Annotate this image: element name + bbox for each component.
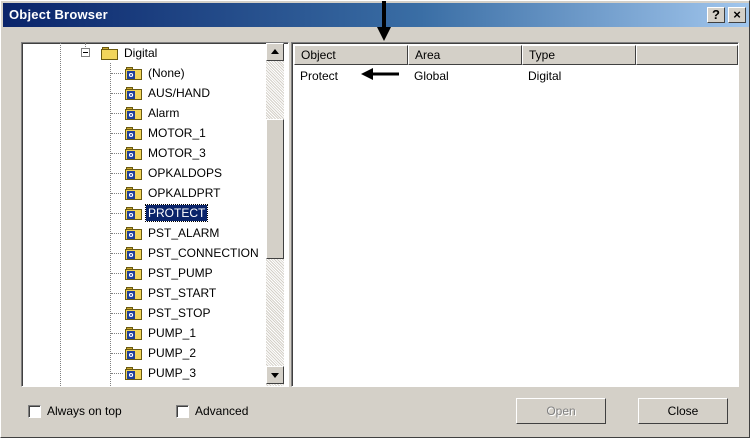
help-button[interactable]: ? xyxy=(707,7,725,23)
tree-item-label: PROTECT xyxy=(144,204,209,222)
tree-item[interactable]: o PST_START xyxy=(111,283,218,303)
annotation-arrow-down-head xyxy=(377,27,391,41)
tree-item[interactable]: o Alarm xyxy=(111,103,181,123)
tag-folder-icon: o xyxy=(125,206,142,220)
tag-folder-icon: o xyxy=(125,146,142,160)
tree-item[interactable]: o PUMP_3 xyxy=(111,363,198,383)
always-on-top-label: Always on top xyxy=(47,404,122,418)
tag-folder-icon: o xyxy=(125,326,142,340)
folder-icon xyxy=(101,46,118,60)
tree-item-label: Alarm xyxy=(148,106,180,120)
close-window-button[interactable]: × xyxy=(728,7,746,23)
tree-item-label: PST_PUMP xyxy=(148,266,213,280)
scroll-down-button[interactable] xyxy=(266,366,284,384)
tag-folder-icon: o xyxy=(125,366,142,380)
title-bar[interactable]: Object Browser ? × xyxy=(3,3,749,27)
help-icon: ? xyxy=(712,7,720,22)
tree-item[interactable]: o (None) xyxy=(111,63,187,83)
tree-item-selected[interactable]: o PROTECT xyxy=(111,203,209,223)
tree-item[interactable]: o PUMP_1 xyxy=(111,323,198,343)
close-icon: × xyxy=(733,7,741,22)
tree-item-label: MOTOR_1 xyxy=(148,126,206,140)
tag-folder-icon: o xyxy=(125,266,142,280)
column-header-type[interactable]: Type xyxy=(522,45,636,65)
cell-type: Digital xyxy=(528,69,562,83)
tree-item-label: PST_STOP xyxy=(148,306,211,320)
tree-item-label: PST_CONNECTION xyxy=(148,246,259,260)
cell-area: Global xyxy=(414,69,449,83)
tree-item-label: (None) xyxy=(148,66,185,80)
object-tree[interactable]: Digital o (None) o AUS/HAND o Alarm o MO… xyxy=(21,42,289,387)
tree-item-label: PUMP_2 xyxy=(148,346,197,360)
tree-item[interactable]: o PST_ALARM xyxy=(111,223,221,243)
advanced-option[interactable]: Advanced xyxy=(176,404,248,418)
tag-folder-icon: o xyxy=(125,246,142,260)
tree-item[interactable]: o PUMP_2 xyxy=(111,343,198,363)
tree-item[interactable]: o PST_STOP xyxy=(111,303,212,323)
tag-folder-icon: o xyxy=(125,86,142,100)
object-list[interactable]: Object Area Type Protect Global Digital xyxy=(291,42,739,387)
tree-item[interactable]: o MOTOR_1 xyxy=(111,123,208,143)
tree-guide-line xyxy=(60,43,61,386)
advanced-checkbox[interactable] xyxy=(176,404,189,418)
column-header-spacer xyxy=(636,45,738,65)
always-on-top-checkbox[interactable] xyxy=(28,404,41,418)
tag-folder-icon: o xyxy=(125,66,142,80)
scroll-thumb[interactable] xyxy=(266,119,284,259)
tree-item-label: PST_START xyxy=(148,286,217,300)
tree-item[interactable]: o AUS/HAND xyxy=(111,83,212,103)
tree-item[interactable]: o OPKALDOPS xyxy=(111,163,224,183)
tree-item-label: MOTOR_3 xyxy=(148,146,206,160)
tree-item[interactable]: o OPKALDPRT xyxy=(111,183,222,203)
tree-item-label: PST_ALARM xyxy=(148,226,220,240)
tree-scrollbar[interactable] xyxy=(266,43,284,386)
tag-folder-icon: o xyxy=(125,166,142,180)
advanced-label: Advanced xyxy=(195,404,249,418)
tree-guide-line xyxy=(110,63,111,386)
tree-node-digital[interactable]: Digital xyxy=(101,43,159,63)
always-on-top-option[interactable]: Always on top xyxy=(28,404,122,418)
column-header-object[interactable]: Object xyxy=(294,45,408,65)
tag-folder-icon: o xyxy=(125,286,142,300)
window-title: Object Browser xyxy=(9,7,108,22)
collapse-toggle[interactable] xyxy=(81,48,90,57)
object-browser-dialog: Object Browser ? × Digital o (None) o AU… xyxy=(0,0,750,438)
arrow-down-icon xyxy=(271,373,279,378)
tree-item-label: OPKALDOPS xyxy=(148,166,223,180)
tree-item-label: PUMP_1 xyxy=(148,326,197,340)
tree-node-label: Digital xyxy=(124,46,158,60)
open-button[interactable]: Open xyxy=(516,398,606,424)
tree-item[interactable]: o MOTOR_3 xyxy=(111,143,208,163)
scroll-up-button[interactable] xyxy=(266,43,284,61)
tree-items: Digital o (None) o AUS/HAND o Alarm o MO… xyxy=(22,43,266,386)
cell-object: Protect xyxy=(300,69,339,83)
tree-item[interactable]: o PST_CONNECTION xyxy=(111,243,261,263)
tag-folder-icon: o xyxy=(125,126,142,140)
tree-item[interactable]: o PST_PUMP xyxy=(111,263,215,283)
tree-item-label: OPKALDPRT xyxy=(148,186,221,200)
tag-folder-icon: o xyxy=(125,346,142,360)
tag-folder-icon: o xyxy=(125,306,142,320)
tag-folder-icon: o xyxy=(125,186,142,200)
tree-item-label: PUMP_3 xyxy=(148,366,197,380)
tree-item-label: AUS/HAND xyxy=(148,86,211,100)
tag-folder-icon: o xyxy=(125,106,142,120)
arrow-up-icon xyxy=(271,49,279,54)
tag-folder-icon: o xyxy=(125,226,142,240)
close-button[interactable]: Close xyxy=(638,398,728,424)
column-header-area[interactable]: Area xyxy=(408,45,522,65)
